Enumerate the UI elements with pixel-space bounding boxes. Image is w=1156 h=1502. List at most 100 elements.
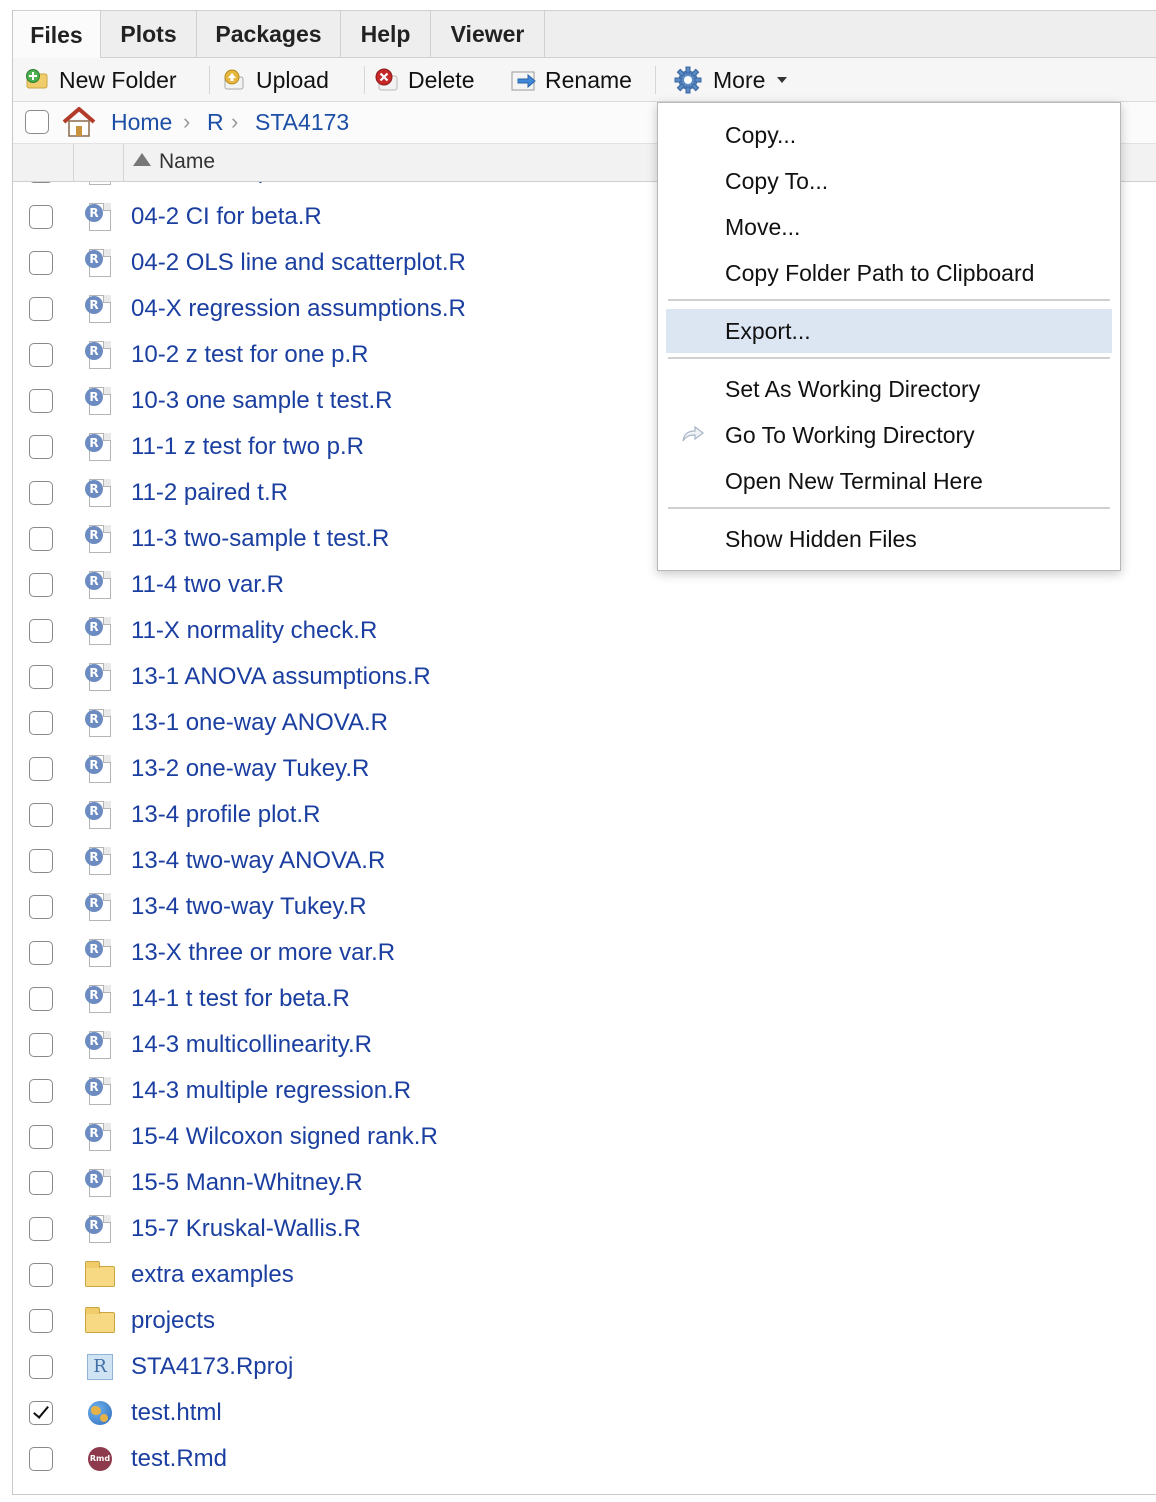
menu-item-open-new-terminal[interactable]: Open New Terminal Here bbox=[666, 459, 1112, 503]
file-row-checkbox[interactable] bbox=[29, 757, 53, 781]
file-name-link[interactable]: 10-3 one sample t test.R bbox=[131, 387, 392, 415]
file-row-checkbox[interactable] bbox=[29, 1309, 53, 1333]
rename-button[interactable]: Rename bbox=[511, 61, 632, 99]
file-row-checkbox[interactable] bbox=[29, 1125, 53, 1149]
file-row-checkbox[interactable] bbox=[29, 849, 53, 873]
file-name-link[interactable]: 13-2 one-way Tukey.R bbox=[131, 755, 369, 783]
file-row-checkbox[interactable] bbox=[29, 1079, 53, 1103]
menu-item-copy-to[interactable]: Copy To... bbox=[666, 159, 1112, 203]
breadcrumb-item-sta4173[interactable]: STA4173 bbox=[255, 109, 349, 136]
file-row[interactable]: test.html bbox=[13, 1391, 1156, 1437]
file-name-link[interactable]: 10-2 z test for one p.R bbox=[131, 341, 368, 369]
menu-item-export[interactable]: Export... bbox=[666, 309, 1112, 353]
file-row-checkbox[interactable] bbox=[29, 205, 53, 229]
file-name-link[interactable]: 04-2 CI for beta.R bbox=[131, 203, 322, 231]
menu-item-show-hidden-files[interactable]: Show Hidden Files bbox=[666, 517, 1112, 561]
file-row-checkbox[interactable] bbox=[29, 941, 53, 965]
file-row[interactable]: R 14-3 multicollinearity.R bbox=[13, 1023, 1156, 1069]
more-button[interactable]: More bbox=[673, 61, 788, 99]
file-name-link[interactable]: test.html bbox=[131, 1399, 222, 1427]
file-row[interactable]: R 14-3 multiple regression.R bbox=[13, 1069, 1156, 1115]
file-name-link[interactable]: 13-1 ANOVA assumptions.R bbox=[131, 663, 431, 691]
file-name-link[interactable]: STA4173.Rproj bbox=[131, 1353, 293, 1381]
file-row[interactable]: R STA4173.Rproj bbox=[13, 1345, 1156, 1391]
upload-button[interactable]: Upload bbox=[222, 61, 329, 99]
file-name-link[interactable]: 11-3 two-sample t test.R bbox=[131, 525, 389, 553]
file-name-link[interactable]: 13-4 profile plot.R bbox=[131, 801, 320, 829]
file-name-link[interactable]: 14-3 multicollinearity.R bbox=[131, 1031, 372, 1059]
file-row[interactable]: R 11-X normality check.R bbox=[13, 609, 1156, 655]
file-row-checkbox[interactable] bbox=[29, 389, 53, 413]
file-row-checkbox[interactable] bbox=[29, 619, 53, 643]
menu-item-set-working-directory[interactable]: Set As Working Directory bbox=[666, 367, 1112, 411]
file-name-link[interactable]: 15-4 Wilcoxon signed rank.R bbox=[131, 1123, 438, 1151]
file-row[interactable]: R 13-4 profile plot.R bbox=[13, 793, 1156, 839]
file-row-checkbox[interactable] bbox=[29, 895, 53, 919]
select-all-checkbox[interactable] bbox=[25, 110, 49, 134]
file-row[interactable]: R 15-4 Wilcoxon signed rank.R bbox=[13, 1115, 1156, 1161]
file-row[interactable]: R 13-1 one-way ANOVA.R bbox=[13, 701, 1156, 747]
file-row-checkbox[interactable] bbox=[29, 1263, 53, 1287]
new-folder-button[interactable]: New Folder bbox=[25, 61, 177, 99]
file-name-link[interactable]: extra examples bbox=[131, 1261, 294, 1289]
file-name-link[interactable]: 13-4 two-way Tukey.R bbox=[131, 893, 367, 921]
file-row-checkbox[interactable] bbox=[29, 1355, 53, 1379]
file-row[interactable]: R 14-1 t test for beta.R bbox=[13, 977, 1156, 1023]
file-name-link[interactable]: 13-4 two-way ANOVA.R bbox=[131, 847, 385, 875]
file-name-link[interactable]: 11-2 paired t.R bbox=[131, 479, 288, 507]
file-name-link[interactable]: 11-4 two var.R bbox=[131, 571, 284, 599]
file-name-link[interactable]: projects bbox=[131, 1307, 215, 1335]
file-row-checkbox[interactable] bbox=[29, 987, 53, 1011]
file-row-checkbox[interactable] bbox=[29, 251, 53, 275]
file-row-checkbox[interactable] bbox=[29, 1171, 53, 1195]
file-row[interactable]: extra examples bbox=[13, 1253, 1156, 1299]
file-row-checkbox[interactable] bbox=[29, 1447, 53, 1471]
file-name-link[interactable]: 15-5 Mann-Whitney.R bbox=[131, 1169, 363, 1197]
tab-packages[interactable]: Packages bbox=[197, 11, 341, 58]
delete-button[interactable]: Delete bbox=[374, 61, 474, 99]
file-row[interactable]: R 13-4 two-way ANOVA.R bbox=[13, 839, 1156, 885]
tab-plots[interactable]: Plots bbox=[101, 11, 197, 58]
file-name-link[interactable]: 11-1 z test for two p.R bbox=[131, 433, 364, 461]
file-name-link[interactable]: 04-2 OLS line and scatterplot.R bbox=[131, 249, 466, 277]
file-row-checkbox[interactable] bbox=[29, 343, 53, 367]
menu-item-copy[interactable]: Copy... bbox=[666, 113, 1112, 157]
file-row[interactable]: R 13-4 two-way Tukey.R bbox=[13, 885, 1156, 931]
file-name-link[interactable]: 13-1 one-way ANOVA.R bbox=[131, 709, 388, 737]
file-row-checkbox[interactable] bbox=[29, 182, 53, 183]
menu-item-move[interactable]: Move... bbox=[666, 205, 1112, 249]
breadcrumb-item-r[interactable]: R bbox=[207, 109, 224, 136]
menu-item-go-to-working-directory[interactable]: Go To Working Directory bbox=[666, 413, 1112, 457]
file-row-checkbox[interactable] bbox=[29, 711, 53, 735]
file-name-link[interactable]: 04-X regression assumptions.R bbox=[131, 295, 466, 323]
tab-viewer[interactable]: Viewer bbox=[431, 11, 545, 58]
file-row-checkbox[interactable] bbox=[29, 665, 53, 689]
file-name-link[interactable]: 13-X three or more var.R bbox=[131, 939, 395, 967]
tab-help[interactable]: Help bbox=[341, 11, 431, 58]
file-name-link[interactable]: 14-1 t test for beta.R bbox=[131, 985, 350, 1013]
file-name-link[interactable]: test.Rmd bbox=[131, 1445, 227, 1473]
file-row-checkbox[interactable] bbox=[29, 435, 53, 459]
file-row-checkbox[interactable] bbox=[29, 527, 53, 551]
tab-files[interactable]: Files bbox=[13, 11, 101, 59]
file-name-link[interactable]: 14-3 multiple regression.R bbox=[131, 1077, 411, 1105]
file-name-link[interactable]: 04-1 scatterplot.R bbox=[131, 182, 320, 185]
file-row[interactable]: R 15-5 Mann-Whitney.R bbox=[13, 1161, 1156, 1207]
file-row-checkbox[interactable] bbox=[29, 573, 53, 597]
file-row[interactable]: R 15-7 Kruskal-Wallis.R bbox=[13, 1207, 1156, 1253]
menu-item-copy-folder-path[interactable]: Copy Folder Path to Clipboard bbox=[666, 251, 1112, 295]
file-name-link[interactable]: 11-X normality check.R bbox=[131, 617, 377, 645]
file-row-checkbox[interactable] bbox=[29, 297, 53, 321]
home-icon[interactable] bbox=[61, 106, 97, 138]
file-row-checkbox[interactable] bbox=[29, 1401, 53, 1425]
file-name-link[interactable]: 15-7 Kruskal-Wallis.R bbox=[131, 1215, 361, 1243]
file-row-checkbox[interactable] bbox=[29, 803, 53, 827]
file-row[interactable]: R 13-2 one-way Tukey.R bbox=[13, 747, 1156, 793]
file-row[interactable]: R 13-1 ANOVA assumptions.R bbox=[13, 655, 1156, 701]
file-row[interactable]: R 13-X three or more var.R bbox=[13, 931, 1156, 977]
file-row[interactable]: projects bbox=[13, 1299, 1156, 1345]
file-row-checkbox[interactable] bbox=[29, 481, 53, 505]
file-row-checkbox[interactable] bbox=[29, 1217, 53, 1241]
name-column-header[interactable]: Name bbox=[133, 150, 215, 174]
file-row-checkbox[interactable] bbox=[29, 1033, 53, 1057]
